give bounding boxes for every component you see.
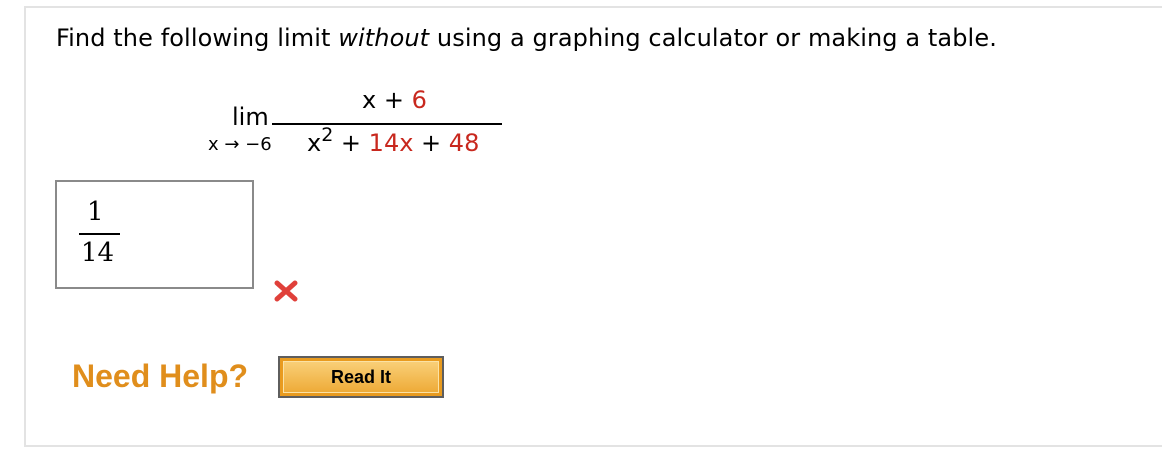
fraction-numerator: x + 6 bbox=[362, 86, 427, 114]
denominator-variable: x bbox=[307, 129, 322, 157]
denominator-operator-1: + bbox=[333, 129, 369, 157]
answer-numerator: 1 bbox=[87, 197, 104, 227]
limit-approach: x → −6 bbox=[208, 134, 272, 155]
read-it-button-label: Read It bbox=[283, 361, 439, 393]
answer-denominator: 14 bbox=[81, 238, 115, 268]
denominator-operator-2: + bbox=[413, 129, 449, 157]
denominator-exponent: 2 bbox=[321, 124, 334, 146]
fraction-denominator: x2 + 14x + 48 bbox=[307, 124, 480, 157]
fraction-bar bbox=[272, 123, 502, 125]
answer-fraction-bar bbox=[79, 233, 120, 235]
x-mark-icon bbox=[274, 280, 298, 302]
need-help-label: Need Help? bbox=[72, 358, 249, 394]
read-it-button[interactable]: Read It bbox=[278, 356, 444, 398]
denominator-constant: 48 bbox=[448, 129, 480, 157]
prompt-text-start: Find the following limit bbox=[56, 24, 339, 52]
question-prompt: Find the following limit without using a… bbox=[56, 24, 997, 52]
numerator-variable: x bbox=[362, 86, 377, 114]
prompt-text-end: using a graphing calculator or making a … bbox=[429, 24, 997, 52]
denominator-linear-term: 14x bbox=[368, 129, 414, 157]
numerator-constant: 6 bbox=[411, 86, 427, 114]
limit-operator: lim bbox=[232, 103, 269, 131]
numerator-operator: + bbox=[376, 86, 412, 114]
prompt-text-emphasis: without bbox=[338, 24, 430, 52]
